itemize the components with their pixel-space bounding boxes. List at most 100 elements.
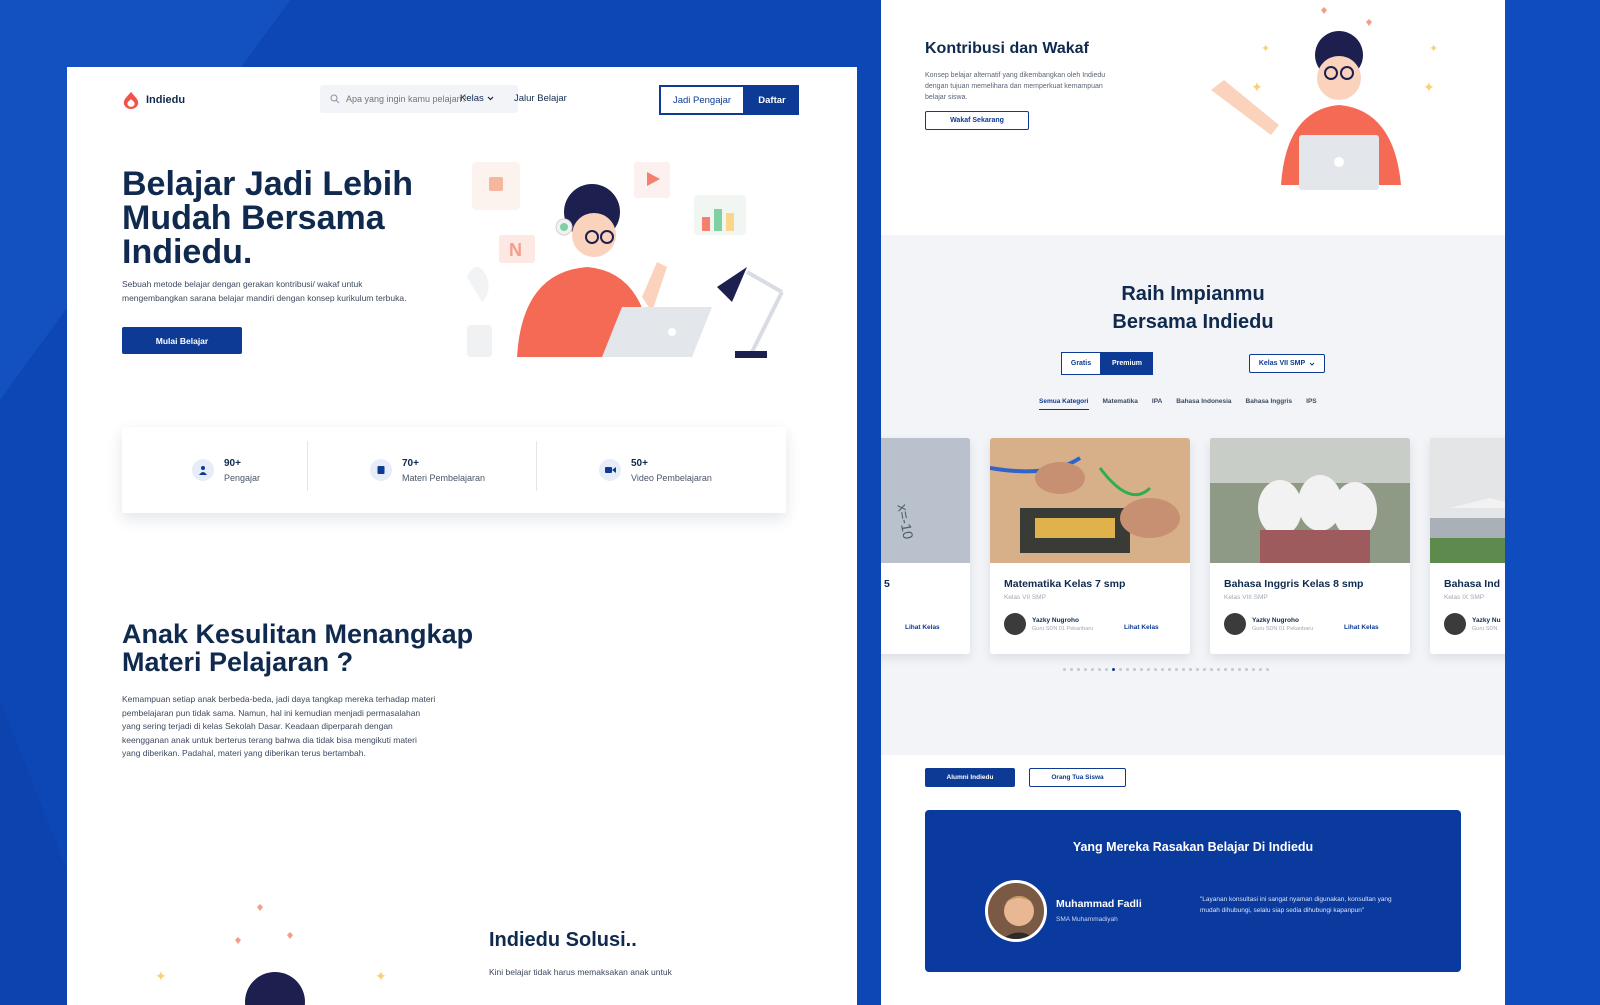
carousel-dot[interactable] [1105,668,1108,671]
carousel-dot[interactable] [1063,668,1066,671]
tab-bahasa-inggris[interactable]: Bahasa Inggris [1246,398,1293,410]
carousel-dot[interactable] [1210,668,1213,671]
carousel-dot[interactable] [1077,668,1080,671]
testimonial-tabs: Alumni Indiedu Orang Tua Siswa [925,768,1126,787]
divider [307,441,308,491]
course-author: Yazky Nugroho Guru SDN 01 Pekanbaru [1004,613,1093,635]
course-level: Kelas VIII SMP [1224,594,1268,601]
carousel-dot[interactable] [1133,668,1136,671]
landing-page-panel: Indiedu Kelas Jalur Belajar Jadi Pengaja… [67,67,857,1005]
svg-text:N: N [509,240,522,260]
lihat-kelas-link[interactable]: Lihat Kelas [1344,624,1379,631]
carousel-dot[interactable] [1217,668,1220,671]
pricing-toggle: Gratis Premium [1061,352,1153,375]
carousel-dot[interactable] [1245,668,1248,671]
flame-logo-icon [123,91,139,109]
tab-matematika[interactable]: Matematika [1103,398,1138,410]
author-role: Guru SDN 01 Pekanbaru [1252,625,1314,632]
author-name: Yazky Nugroho [1252,616,1299,624]
carousel-dot[interactable] [1098,668,1101,671]
avatar [1004,613,1026,635]
carousel-dot[interactable] [1252,668,1255,671]
stat-pengajar: 90+ Pengajar [192,458,260,483]
tab-alumni-indiedu[interactable]: Alumni Indiedu [925,768,1015,787]
carousel-dot[interactable] [1266,668,1269,671]
carousel-dot[interactable] [1175,668,1178,671]
class-select-value: Kelas VII SMP [1258,360,1306,367]
book-icon [370,459,392,481]
stat-num: 70+ [402,457,419,469]
toggle-gratis[interactable]: Gratis [1061,352,1101,375]
tab-semua-kategori[interactable]: Semua Kategori [1039,398,1089,410]
carousel-dot[interactable] [1196,668,1199,671]
hero-title: Belajar Jadi Lebih Mudah Bersama Indiedu… [122,165,413,271]
course-card[interactable]: x=-10 5 Lihat Kelas [881,438,970,654]
daftar-button[interactable]: Daftar [745,85,799,115]
carousel-dot[interactable] [1119,668,1122,671]
tab-bahasa-indonesia[interactable]: Bahasa Indonesia [1176,398,1231,410]
carousel-dot[interactable] [1189,668,1192,671]
avatar [1224,613,1246,635]
problem-description: Kemampuan setiap anak berbeda-beda, jadi… [122,694,436,759]
author-name: Yazky Nu [1472,616,1501,624]
brand-logo[interactable]: Indiedu [122,91,185,109]
chevron-down-icon [487,96,494,101]
carousel-dot[interactable] [1147,668,1150,671]
author-role: Guru SDN 01 Pekanbaru [1032,625,1094,632]
tab-ips[interactable]: IPS [1306,398,1316,410]
wakaf-sekarang-button[interactable]: Wakaf Sekarang [925,111,1029,130]
solution-illustration: ✦ ✦ [155,904,387,1005]
lihat-kelas-link[interactable]: Lihat Kelas [905,624,940,631]
class-select[interactable]: Kelas VII SMP [1249,354,1325,373]
course-card[interactable]: Matematika Kelas 7 smp Kelas VII SMP Yaz… [990,438,1190,654]
course-card[interactable]: Bahasa Ind Kelas IX SMP Yazky Nu Guru SDN [1430,438,1505,654]
course-card[interactable]: Bahasa Inggris Kelas 8 smp Kelas VIII SM… [1210,438,1410,654]
courses-page-panel: Kontribusi dan Wakaf Konsep belajar alte… [881,0,1505,1005]
mulai-belajar-button[interactable]: Mulai Belajar [122,327,242,354]
lihat-kelas-link[interactable]: Lihat Kelas [1124,624,1159,631]
nav-jalur-belajar[interactable]: Jalur Belajar [514,93,567,104]
svg-text:✦: ✦ [1423,79,1435,95]
stat-label: Pengajar [224,472,261,483]
carousel-dot[interactable] [1203,668,1206,671]
carousel-dot[interactable] [1224,668,1227,671]
course-title: 5 [884,578,890,590]
navbar: Indiedu Kelas Jalur Belajar Jadi Pengaja… [122,85,802,115]
stat-video: 50+ Video Pembelajaran [599,458,712,483]
carousel-dot[interactable] [1084,668,1087,671]
course-title: Bahasa Inggris Kelas 8 smp [1224,578,1364,590]
carousel-dot[interactable] [1168,668,1171,671]
carousel-dot[interactable] [1238,668,1241,671]
course-title: Matematika Kelas 7 smp [1004,578,1126,590]
toggle-premium[interactable]: Premium [1101,352,1153,375]
carousel-dot[interactable] [1182,668,1185,671]
stat-num: 90+ [224,457,241,469]
carousel-dot[interactable] [1126,668,1129,671]
search-icon [330,94,340,104]
wakaf-illustration: ✦ ✦ ✦ ✦ [1211,7,1438,190]
carousel-dot[interactable] [1091,668,1094,671]
user-icon [192,459,214,481]
problem-title: Anak Kesulitan Menangkap Materi Pelajara… [122,619,474,677]
wakaf-title: Kontribusi dan Wakaf [925,40,1089,57]
carousel-dot[interactable] [1259,668,1262,671]
stat-label: Materi Pembelajaran [402,472,486,483]
svg-text:✦: ✦ [1251,79,1263,95]
carousel-dot[interactable] [1112,668,1115,671]
carousel-dot[interactable] [1231,668,1234,671]
tab-ipa[interactable]: IPA [1152,398,1162,410]
carousel-dot[interactable] [1140,668,1143,671]
stat-label: Video Pembelajaran [631,472,712,483]
carousel-dot[interactable] [1161,668,1164,671]
svg-text:✦: ✦ [1261,43,1270,55]
jadi-pengajar-button[interactable]: Jadi Pengajar [659,85,745,115]
testimonial-name: Muhammad Fadli [1056,898,1142,910]
carousel-dots [1063,668,1269,671]
carousel-dot[interactable] [1154,668,1157,671]
tab-orang-tua-siswa[interactable]: Orang Tua Siswa [1029,768,1126,787]
wakaf-description: Konsep belajar alternatif yang dikembang… [925,72,1106,101]
author-name: Yazky Nugroho [1032,616,1079,624]
course-image [1430,438,1505,563]
nav-kelas[interactable]: Kelas [460,93,494,104]
carousel-dot[interactable] [1070,668,1073,671]
